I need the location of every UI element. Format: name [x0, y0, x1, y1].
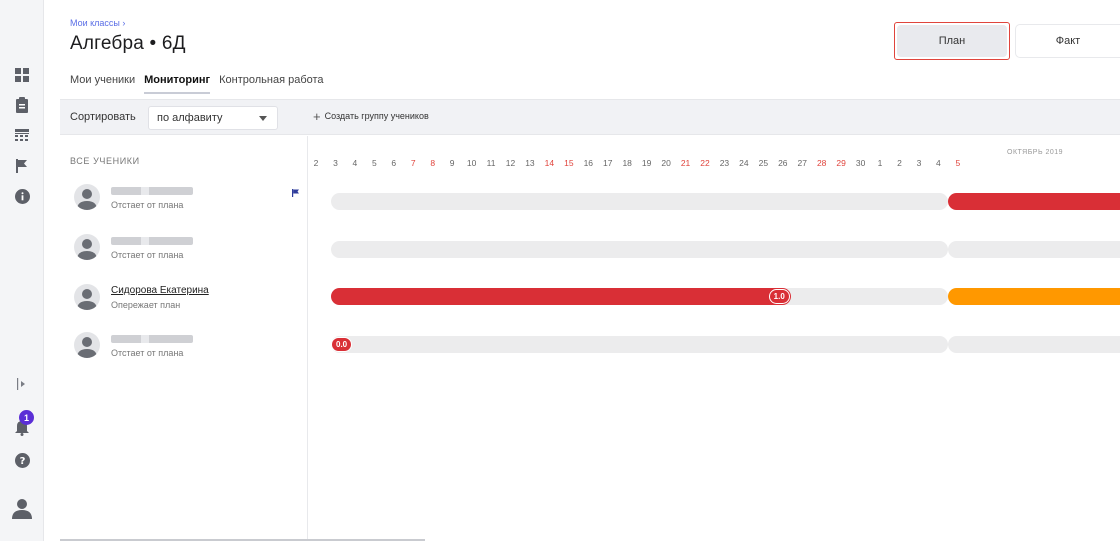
student-name[interactable]: Сидорова Екатерина [111, 285, 209, 296]
day-label: 26 [778, 158, 788, 168]
day-label: 4 [352, 158, 358, 168]
fact-button[interactable]: Факт [1015, 24, 1120, 58]
student-name-redacted [111, 187, 193, 195]
student-status: Отстает от плана [111, 200, 184, 210]
day-label: 3 [333, 158, 338, 168]
plan-segment [331, 241, 948, 258]
notification-count-badge: 1 [19, 410, 34, 425]
day-label: 2 [313, 158, 319, 168]
day-label: 19 [641, 158, 652, 168]
expand-icon[interactable] [13, 375, 31, 393]
chevron-down-icon [259, 116, 267, 121]
student-avatar-icon [74, 332, 100, 358]
day-label: 4 [936, 158, 941, 168]
info-icon[interactable] [13, 187, 31, 205]
day-label: 15 [564, 158, 574, 168]
tab-bar: Мои ученики Мониторинг Контрольная работ… [70, 74, 324, 94]
flag-icon [292, 184, 299, 202]
progress-fill [331, 288, 791, 305]
page-title: Алгебра • 6Д [70, 33, 186, 54]
day-label: 27 [797, 158, 807, 168]
user-avatar-icon[interactable] [10, 496, 34, 520]
next-period-segment [948, 336, 1120, 353]
student-status: Опережает план [111, 300, 181, 310]
progress-track: 0.0 [308, 336, 1120, 353]
progress-track [308, 193, 1120, 210]
student-status: Отстает от плана [111, 250, 184, 260]
tab-my-students[interactable]: Мои ученики [70, 74, 135, 94]
day-label: 8 [430, 158, 436, 168]
student-row[interactable]: Сидорова Екатерина Опережает план [74, 284, 304, 318]
day-label: 16 [583, 158, 594, 168]
calendar-icon[interactable] [13, 126, 31, 144]
student-avatar-icon [74, 184, 100, 210]
student-status: Отстает от плана [111, 348, 184, 358]
plan-segment [331, 336, 948, 353]
bell-icon[interactable]: 1 [13, 410, 34, 436]
day-label: 28 [816, 158, 827, 168]
day-label: 12 [505, 158, 516, 168]
plan-button[interactable]: План [894, 22, 1010, 60]
progress-value-badge: 1.0 [768, 289, 790, 304]
toolbar: Сортировать по алфавиту + Создать группу… [60, 99, 1120, 135]
day-label: 13 [525, 158, 535, 168]
student-avatar-icon [74, 234, 100, 260]
day-label: 17 [603, 158, 613, 168]
day-label: 7 [410, 158, 416, 168]
month-label: ОКТЯБРЬ 2019 [1007, 149, 1064, 156]
student-row[interactable]: Отстает от плана [74, 234, 304, 268]
clipboard-icon[interactable] [13, 96, 31, 114]
all-students-header: ВСЕ УЧЕНИКИ [70, 156, 140, 166]
day-label: 9 [449, 158, 455, 168]
svg-text:?: ? [19, 456, 25, 467]
progress-value-badge: 0.0 [331, 337, 353, 352]
day-label: 6 [391, 158, 397, 168]
day-label: 30 [855, 158, 866, 168]
dashboard-icon[interactable] [13, 66, 31, 84]
day-label: 2 [897, 158, 902, 168]
day-label: 3 [916, 158, 922, 168]
day-label: 24 [739, 158, 749, 168]
sort-label: Сортировать [70, 111, 136, 123]
flag-icon[interactable] [13, 157, 31, 175]
day-label: 22 [700, 158, 710, 168]
day-label: 10 [466, 158, 477, 168]
day-label: 25 [758, 158, 769, 168]
day-axis: 2 3 4 5 6 7 8 9 10 11 12 13 14 15 16 17 18 19 20 21 22 23 24 25… [308, 158, 1120, 172]
day-label: 5 [371, 158, 377, 168]
next-period-segment [948, 193, 1120, 210]
day-label: 21 [680, 158, 691, 168]
progress-track: 1.0 [308, 288, 1120, 305]
student-name-redacted [111, 335, 193, 343]
sort-select-value: по алфавиту [157, 112, 223, 124]
plus-icon: + [313, 108, 321, 124]
next-period-segment [948, 241, 1120, 258]
student-row[interactable]: Отстает от плана [74, 184, 304, 218]
create-group-button[interactable]: + Создать группу учеников [313, 108, 429, 124]
student-name-redacted [111, 237, 193, 245]
create-group-label: Создать группу учеников [324, 111, 429, 121]
student-row[interactable]: Отстает от плана [74, 332, 304, 366]
day-label: 20 [661, 158, 671, 168]
day-label: 1 [877, 158, 883, 168]
left-nav-rail: 1 ? [0, 0, 44, 541]
progress-timeline: ОКТЯБРЬ 2019 2 3 4 5 6 7 8 9 10 11 12 13 14 15 16 17 18 1… [308, 136, 1120, 541]
plan-button-label: План [897, 25, 1007, 57]
tab-monitoring[interactable]: Мониторинг [144, 74, 211, 94]
tab-test[interactable]: Контрольная работа [219, 74, 323, 94]
day-label: 14 [544, 158, 555, 168]
plan-segment [331, 193, 948, 210]
breadcrumb[interactable]: Мои классы › [70, 18, 125, 28]
next-period-segment [948, 288, 1120, 305]
help-icon[interactable]: ? [13, 451, 31, 469]
day-label: 23 [719, 158, 730, 168]
day-label: 11 [486, 158, 496, 168]
day-label: 18 [622, 158, 632, 168]
students-list: ВСЕ УЧЕНИКИ Отстает от плана Отстает от п… [60, 136, 308, 541]
day-label: 5 [955, 158, 961, 168]
day-label: 29 [836, 158, 846, 168]
student-avatar-icon [74, 284, 100, 310]
progress-track [308, 241, 1120, 258]
sort-select[interactable]: по алфавиту [148, 106, 278, 130]
